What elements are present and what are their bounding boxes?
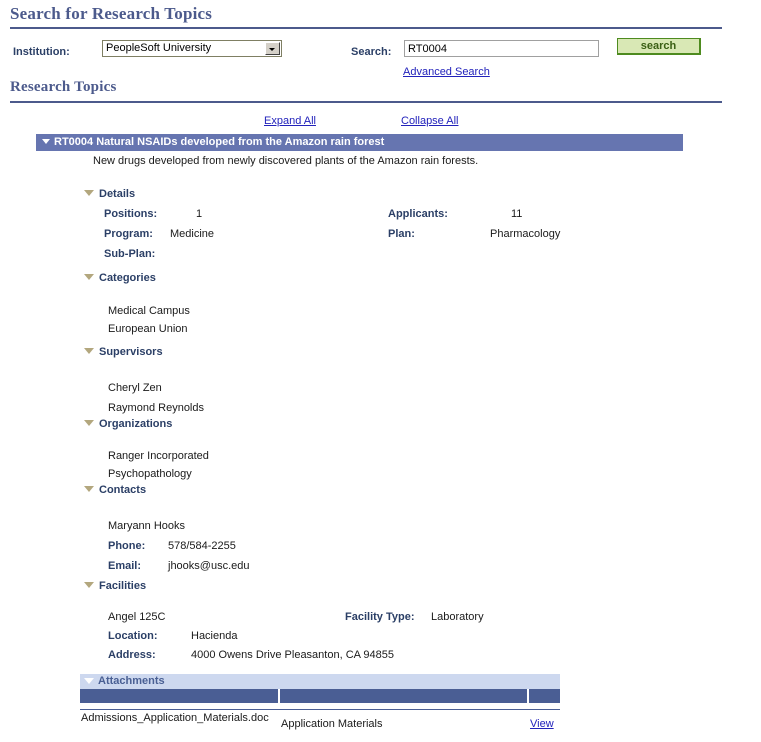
section-label-details: Details [99, 188, 136, 200]
collapse-all-link[interactable]: Collapse All [401, 115, 458, 127]
email-label: Email: [108, 560, 142, 572]
topic-title: RT0004 Natural NSAIDs developed from the… [54, 136, 385, 148]
email-value: jhooks@usc.edu [168, 560, 250, 572]
location-label: Location: [108, 630, 158, 642]
section-label-attachments: Attachments [98, 675, 165, 687]
subplan-label: Sub-Plan: [104, 248, 156, 260]
institution-label: Institution: [13, 46, 70, 58]
facility-type-value: Laboratory [431, 611, 484, 623]
attachments-row-divider [80, 709, 560, 710]
caret-down-icon [84, 420, 94, 427]
section-label-facilities: Facilities [99, 580, 147, 592]
address-label: Address: [108, 649, 156, 661]
attachment-file-name: Admissions_Application_Materials.doc [81, 712, 269, 724]
institution-select-value: PeopleSoft University [106, 42, 212, 54]
chevron-down-icon[interactable] [265, 42, 280, 55]
list-item: Raymond Reynolds [108, 402, 204, 414]
research-topics-heading: Research Topics [10, 79, 117, 95]
section-header-contacts[interactable]: Contacts [84, 484, 146, 496]
positions-value: 1 [196, 208, 203, 220]
list-item: Ranger Incorporated [108, 450, 209, 462]
caret-down-icon [84, 190, 94, 197]
phone-label: Phone: [108, 540, 146, 552]
attachments-column-header-filename [80, 689, 278, 703]
attachment-description: Application Materials [281, 718, 383, 730]
search-label: Search: [351, 46, 392, 58]
location-value: Hacienda [191, 630, 238, 642]
attachments-column-header-action [529, 689, 560, 703]
list-item: Psychopathology [108, 468, 192, 480]
search-input[interactable] [404, 40, 599, 57]
caret-down-icon [84, 348, 94, 355]
section-header-details[interactable]: Details [84, 188, 135, 200]
caret-down-icon [84, 582, 94, 589]
section-header-attachments[interactable]: Attachments [80, 674, 560, 689]
section-header-facilities[interactable]: Facilities [84, 580, 146, 592]
applicants-value: 11 [511, 208, 523, 220]
attachments-column-header-row [80, 689, 560, 703]
plan-value: Pharmacology [490, 228, 561, 240]
search-button[interactable]: search [617, 38, 701, 55]
facility-name: Angel 125C [108, 611, 166, 623]
section-label-supervisors: Supervisors [99, 346, 163, 358]
attachments-column-header-description [280, 689, 527, 703]
list-item: Cheryl Zen [108, 382, 162, 394]
section-label-categories: Categories [99, 272, 156, 284]
page-title: Search for Research Topics [10, 4, 213, 23]
address-value: 4000 Owens Drive Pleasanton, CA 94855 [191, 649, 395, 661]
attachment-view-link[interactable]: View [530, 718, 554, 730]
section-header-supervisors[interactable]: Supervisors [84, 346, 163, 358]
title-divider-top [10, 27, 722, 29]
advanced-search-link[interactable]: Advanced Search [403, 66, 490, 78]
section-header-categories[interactable]: Categories [84, 272, 156, 284]
section-label-organizations: Organizations [99, 418, 173, 430]
list-item: European Union [108, 323, 188, 335]
section-header-organizations[interactable]: Organizations [84, 418, 172, 430]
topic-description: New drugs developed from newly discovere… [93, 155, 479, 167]
applicants-label: Applicants: [388, 208, 448, 220]
facility-type-label: Facility Type: [345, 611, 415, 623]
phone-value: 578/584-2255 [168, 540, 236, 552]
plan-label: Plan: [388, 228, 415, 240]
institution-select[interactable]: PeopleSoft University [102, 40, 282, 57]
topic-header-band[interactable]: RT0004 Natural NSAIDs developed from the… [36, 134, 683, 151]
contact-name: Maryann Hooks [108, 520, 186, 532]
section-label-contacts: Contacts [99, 484, 147, 496]
list-item: Medical Campus [108, 305, 190, 317]
caret-down-icon [84, 486, 94, 493]
section-divider [10, 101, 722, 103]
positions-label: Positions: [104, 208, 158, 220]
caret-down-icon [42, 139, 50, 145]
caret-down-icon [84, 677, 94, 684]
program-label: Program: [104, 228, 153, 240]
program-value: Medicine [170, 228, 215, 240]
caret-down-icon [84, 274, 94, 281]
expand-all-link[interactable]: Expand All [264, 115, 316, 127]
